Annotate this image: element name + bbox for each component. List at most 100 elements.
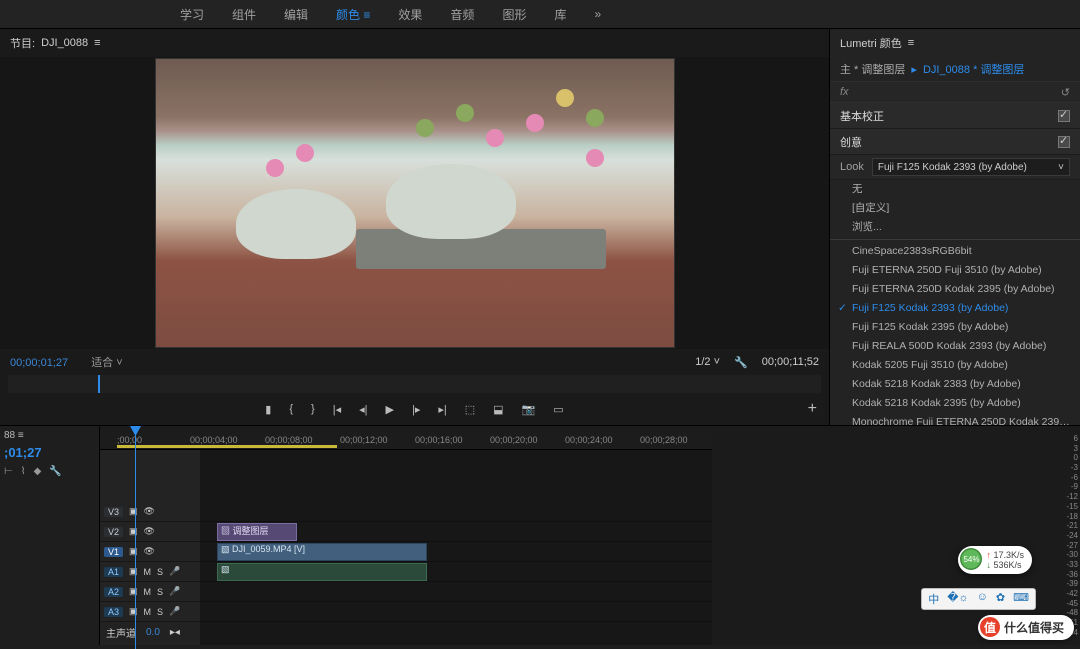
program-title-prefix: 节目: [10,35,35,51]
breadcrumb-clip[interactable]: DJI_0088 * 调整图层 [923,61,1024,77]
ruler-tick: 00;00;28;00 [640,435,688,445]
look-preset-list[interactable]: 无[自定义]浏览...CineSpace2383sRGB6bitFuji ETE… [830,180,1080,425]
sequence-tab[interactable]: 88 [4,430,15,441]
look-label: Look [840,161,864,173]
go-to-in-icon[interactable]: |◂ [333,403,341,416]
program-monitor: 节目: DJI_0088 ≡ 00;00;01;27 适合 ˅ [0,29,830,425]
ime-toolbar-overlay[interactable]: 中�☼☺✿⌨ [921,588,1036,610]
track-header-v1[interactable]: V1▣👁 [100,542,200,562]
look-item[interactable]: Fuji ETERNA 250D Kodak 2395 (by Adobe) [830,280,1080,299]
tab-effects[interactable]: 效果 [398,6,422,23]
adjustment-layer-clip[interactable]: ▧ 调整图层 [217,523,297,541]
go-to-out-icon[interactable]: ▸| [438,403,446,416]
audio-clip[interactable]: ▧ [217,563,427,581]
lumetri-panel-title: Lumetri 颜色 [840,35,902,51]
ruler-tick: 00;00;04;00 [190,435,238,445]
chevron-down-icon: ˅ [1058,162,1064,173]
smzdm-watermark: 什么值得买 [978,615,1074,640]
ruler-tick: 00;00;16;00 [415,435,463,445]
play-icon[interactable]: ▶ [386,403,394,416]
look-dropdown[interactable]: Fuji F125 Kodak 2393 (by Adobe) ˅ [872,158,1070,176]
zoom-fit-dropdown[interactable]: 适合 ˅ [91,357,122,369]
ruler-tick: 00;00;20;00 [490,435,538,445]
step-forward-icon[interactable]: |▸ [412,403,420,416]
ruler-tick: 00;00;08;00 [265,435,313,445]
ruler-tick: ;00;00 [117,435,142,445]
mark-out-icon[interactable]: } [311,403,315,415]
playback-resolution[interactable]: 1/2 ˅ [695,356,720,368]
video-clip[interactable]: ▧ DJI_0059.MP4 [V] [217,543,427,561]
linked-selection-icon[interactable]: ⌇ [21,466,26,477]
wrench-icon[interactable]: 🔧 [734,356,748,369]
track-header-a1[interactable]: A1▣MS🎤 [100,562,200,582]
look-item[interactable]: 浏览... [830,218,1080,237]
marker-icon[interactable]: ◆ [34,466,42,477]
tab-library[interactable]: 库 [554,6,566,23]
section-creative[interactable]: 创意 [830,129,1080,155]
timeline-source-pane: 88 ≡ ;01;27 ⊢ ⌇ ◆ 🔧 [0,426,100,645]
look-item[interactable]: 无 [830,180,1080,199]
add-marker-icon[interactable]: ▮ [265,403,271,416]
extract-icon[interactable]: ⬓ [493,403,503,416]
duration-timecode: 00;00;11;52 [762,356,819,368]
look-item[interactable]: Fuji ETERNA 250D Fuji 3510 (by Adobe) [830,261,1080,280]
ruler-tick: 00;00;12;00 [340,435,388,445]
current-timecode[interactable]: 00;00;01;27 [10,357,68,369]
section-basic-correction[interactable]: 基本校正 [830,103,1080,129]
look-item[interactable]: Kodak 5218 Kodak 2395 (by Adobe) [830,394,1080,413]
settings-icon[interactable]: 🔧 [49,466,61,477]
workspace-tab-bar: 学习 组件 编辑 颜色 ≡ 效果 音频 图形 库 » [0,0,1080,28]
track-header-v2[interactable]: V2▣👁 [100,522,200,542]
master-track[interactable]: 主声道0.0▸◂ [100,622,200,642]
look-item[interactable]: Kodak 5218 Kodak 2383 (by Adobe) [830,375,1080,394]
playhead[interactable] [135,426,136,649]
fx-badge[interactable]: fx [840,86,849,98]
tab-assembly[interactable]: 组件 [232,6,256,23]
mark-in-icon[interactable]: { [289,403,293,415]
look-item[interactable]: [自定义] [830,199,1080,218]
work-area-bar[interactable] [117,445,337,448]
ruler-tick: 00;00;24;00 [565,435,613,445]
chevron-right-icon: ▸ [911,63,917,76]
button-editor-icon[interactable]: + [808,400,817,418]
meter-scale: 630-3-6-9-12-15-18-21-24-27-30-33-36-39-… [1050,434,1078,637]
tab-learn[interactable]: 学习 [180,6,204,23]
basic-enable-checkbox[interactable] [1058,110,1070,122]
audio-meter-panel: 630-3-6-9-12-15-18-21-24-27-30-33-36-39-… [712,426,1080,645]
breadcrumb-master[interactable]: 主 * 调整图层 [840,61,905,77]
tab-audio[interactable]: 音频 [450,6,474,23]
reset-icon[interactable]: ↺ [1061,86,1070,99]
comparison-view-icon[interactable]: ▭ [553,403,563,416]
scrub-playhead[interactable] [98,375,100,393]
tab-edit[interactable]: 编辑 [284,6,308,23]
tab-graphics[interactable]: 图形 [502,6,526,23]
tab-overflow[interactable]: » [594,7,601,21]
snap-icon[interactable]: ⊢ [4,466,13,477]
program-scrub-bar[interactable] [8,375,821,393]
transport-bar: ▮ { } |◂ ◂| ▶ |▸ ▸| ⬚ ⬓ 📷 ▭ + [0,393,829,425]
track-header-v3[interactable]: V3▣👁 [100,502,200,522]
section-basic-label: 基本校正 [840,108,884,124]
step-back-icon[interactable]: ◂| [359,403,367,416]
program-video-canvas[interactable] [155,58,675,348]
lumetri-color-panel: Lumetri 颜色 ≡ 主 * 调整图层 ▸ DJI_0088 * 调整图层 … [830,29,1080,425]
panel-menu-icon[interactable]: ≡ [908,37,914,49]
export-frame-icon[interactable]: 📷 [522,403,536,416]
network-speed-overlay: ↑ 17.3K/s ↓ 536K/s [958,546,1032,574]
track-header-a2[interactable]: A2▣MS🎤 [100,582,200,602]
time-ruler[interactable]: ;00;00 00;00;04;00 00;00;08;00 00;00;12;… [100,426,712,450]
creative-enable-checkbox[interactable] [1058,136,1070,148]
timeline-clips-area[interactable]: ▧ 调整图层 ▧ DJI_0059.MP4 [V] ▧ [200,450,712,645]
look-item[interactable]: Fuji REALA 500D Kodak 2393 (by Adobe) [830,337,1080,356]
look-item[interactable]: Kodak 5205 Fuji 3510 (by Adobe) [830,356,1080,375]
look-item[interactable]: Fuji F125 Kodak 2393 (by Adobe) [830,299,1080,318]
look-item[interactable]: Fuji F125 Kodak 2395 (by Adobe) [830,318,1080,337]
look-item[interactable]: CineSpace2383sRGB6bit [830,239,1080,261]
panel-menu-icon[interactable]: ≡ [94,37,100,49]
look-item[interactable]: Monochrome Fuji ETERNA 250D Kodak 2395 (… [830,413,1080,425]
timeline-timecode[interactable]: ;01;27 [4,445,95,460]
tab-color[interactable]: 颜色 ≡ [336,6,370,23]
look-selected-value: Fuji F125 Kodak 2393 (by Adobe) [878,162,1027,173]
track-header-a3[interactable]: A3▣MS🎤 [100,602,200,622]
lift-icon[interactable]: ⬚ [465,403,475,416]
